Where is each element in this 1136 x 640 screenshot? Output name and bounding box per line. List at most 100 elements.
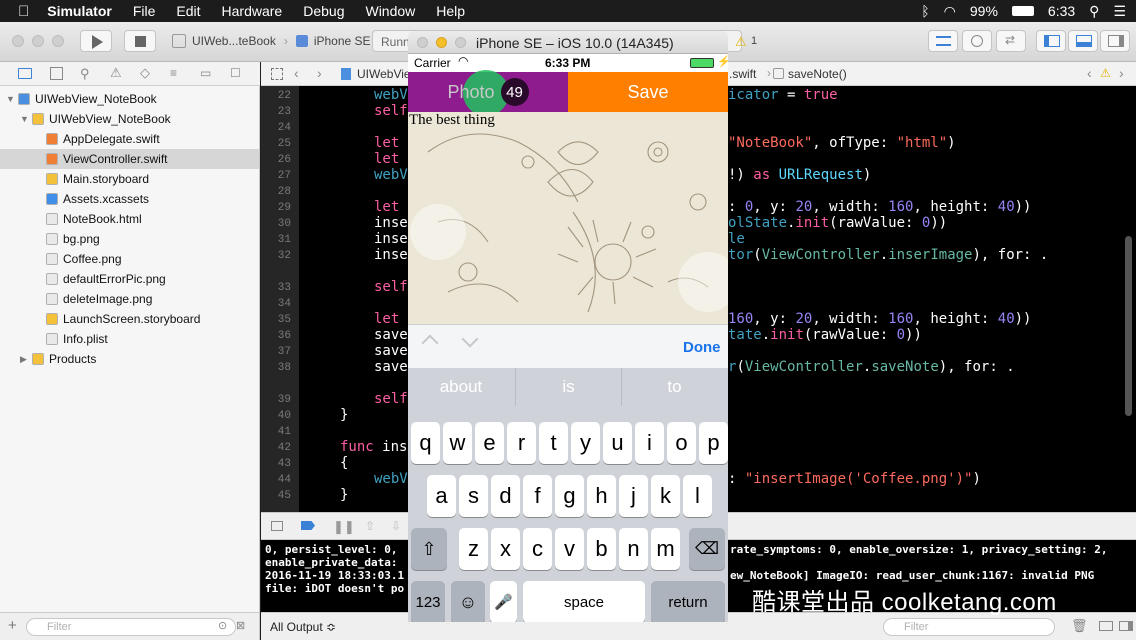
- issue-navigator-icon[interactable]: ⚠: [110, 65, 122, 81]
- key-l[interactable]: l: [683, 475, 712, 517]
- key-e[interactable]: e: [475, 422, 504, 464]
- menu-file[interactable]: File: [133, 3, 156, 19]
- console-view-icon[interactable]: [1119, 621, 1133, 631]
- clock[interactable]: 6:33: [1048, 3, 1075, 19]
- prediction-1[interactable]: about: [408, 368, 514, 406]
- backspace-key[interactable]: ⌫: [689, 528, 725, 570]
- folder-navigator-icon[interactable]: [18, 68, 32, 79]
- editor-scrollbar[interactable]: [1125, 236, 1132, 416]
- navigator-item[interactable]: Main.storyboard: [0, 169, 259, 189]
- navigator-item[interactable]: bg.png: [0, 229, 259, 249]
- key-z[interactable]: z: [459, 528, 488, 570]
- menu-help[interactable]: Help: [436, 3, 465, 19]
- space-key[interactable]: space: [523, 581, 645, 622]
- previous-field-icon[interactable]: [421, 334, 439, 352]
- standard-editor-button[interactable]: [928, 30, 958, 52]
- dictation-key[interactable]: 🎤: [490, 581, 517, 622]
- toggle-utilities-button[interactable]: [1100, 30, 1130, 52]
- stop-button[interactable]: [124, 30, 156, 52]
- key-v[interactable]: v: [555, 528, 584, 570]
- navigator-item[interactable]: ▼ UIWebView_NoteBook: [0, 89, 259, 109]
- navigator-item[interactable]: deleteImage.png: [0, 289, 259, 309]
- navigator-item[interactable]: LaunchScreen.storyboard: [0, 309, 259, 329]
- photo-button[interactable]: Photo 49: [408, 70, 568, 116]
- emoji-key[interactable]: ☺: [451, 581, 485, 622]
- disclosure-icon[interactable]: ▶: [20, 354, 32, 365]
- spotlight-icon[interactable]: ⚲: [1089, 3, 1099, 20]
- breakpoints-toggle-icon[interactable]: [301, 521, 315, 530]
- key-r[interactable]: r: [507, 422, 536, 464]
- output-selector[interactable]: All Output ≎: [270, 620, 336, 634]
- debug-navigator-icon[interactable]: ≡: [170, 66, 177, 80]
- battery-percent[interactable]: 99%: [970, 3, 998, 19]
- bluetooth-icon[interactable]: ᛒ: [921, 3, 929, 19]
- numbers-key[interactable]: 123: [411, 581, 445, 622]
- back-icon[interactable]: ‹: [294, 65, 299, 81]
- grid-icon[interactable]: [271, 68, 283, 80]
- pause-icon[interactable]: ❚❚: [333, 519, 355, 535]
- filter-options-icon[interactable]: ⊠: [236, 619, 245, 632]
- navigator-item[interactable]: Coffee.png: [0, 249, 259, 269]
- zoom-window-button[interactable]: [52, 35, 64, 47]
- shift-key[interactable]: ⇧: [411, 528, 447, 570]
- key-q[interactable]: q: [411, 422, 440, 464]
- navigator-item[interactable]: Info.plist: [0, 329, 259, 349]
- disclosure-icon[interactable]: ▼: [6, 94, 18, 104]
- breadcrumb-project[interactable]: UIWebVie: [357, 67, 411, 81]
- save-button[interactable]: Save: [568, 72, 728, 112]
- key-f[interactable]: f: [523, 475, 552, 517]
- note-text[interactable]: The best thing: [409, 112, 495, 129]
- key-p[interactable]: p: [699, 422, 728, 464]
- symbol-navigator-icon[interactable]: [50, 67, 63, 80]
- note-webview[interactable]: The best thing: [408, 112, 728, 324]
- disclosure-icon[interactable]: ▼: [20, 114, 32, 124]
- key-o[interactable]: o: [667, 422, 696, 464]
- menu-edit[interactable]: Edit: [176, 3, 200, 19]
- menu-app-name[interactable]: Simulator: [47, 3, 112, 19]
- split-view-icon[interactable]: [1099, 621, 1113, 631]
- previous-issue-icon[interactable]: ‹: [1087, 65, 1092, 81]
- next-field-icon[interactable]: [461, 330, 479, 348]
- prediction-3[interactable]: to: [621, 368, 727, 406]
- breadcrumb-method[interactable]: saveNote(): [788, 67, 847, 81]
- trash-icon[interactable]: 🗑: [1071, 618, 1088, 634]
- notification-center-icon[interactable]: ☰: [1113, 3, 1126, 20]
- key-i[interactable]: i: [635, 422, 664, 464]
- version-editor-button[interactable]: ⇄: [996, 30, 1026, 52]
- key-x[interactable]: x: [491, 528, 520, 570]
- key-y[interactable]: y: [571, 422, 600, 464]
- toggle-navigator-button[interactable]: [1036, 30, 1066, 52]
- done-button[interactable]: Done: [683, 339, 721, 356]
- issue-warning-icon[interactable]: ⚠: [1100, 66, 1111, 80]
- key-w[interactable]: w: [443, 422, 472, 464]
- find-navigator-icon[interactable]: ⚲: [80, 66, 90, 82]
- key-m[interactable]: m: [651, 528, 680, 570]
- menu-hardware[interactable]: Hardware: [222, 3, 283, 19]
- navigator-item[interactable]: Assets.xcassets: [0, 189, 259, 209]
- navigator-item[interactable]: ▼ UIWebView_NoteBook: [0, 109, 259, 129]
- step-into-icon[interactable]: ⇩: [391, 519, 401, 533]
- sim-zoom-button[interactable]: [455, 37, 466, 48]
- key-j[interactable]: j: [619, 475, 648, 517]
- recent-files-icon[interactable]: ⊙: [218, 619, 227, 632]
- key-t[interactable]: t: [539, 422, 568, 464]
- key-d[interactable]: d: [491, 475, 520, 517]
- toggle-debug-area-button[interactable]: [1068, 30, 1098, 52]
- breadcrumb-file[interactable]: .swift: [729, 67, 756, 81]
- apple-icon[interactable]: : [18, 3, 29, 20]
- sim-close-button[interactable]: [417, 37, 428, 48]
- navigator-item[interactable]: ▶ Products: [0, 349, 259, 369]
- key-b[interactable]: b: [587, 528, 616, 570]
- menu-window[interactable]: Window: [365, 3, 415, 19]
- key-s[interactable]: s: [459, 475, 488, 517]
- key-g[interactable]: g: [555, 475, 584, 517]
- run-button[interactable]: [80, 30, 112, 52]
- return-key[interactable]: return: [651, 581, 725, 622]
- simulator-title-bar[interactable]: iPhone SE – iOS 10.0 (14A345): [408, 31, 728, 54]
- sim-minimize-button[interactable]: [436, 37, 447, 48]
- report-navigator-icon[interactable]: ☐: [230, 66, 241, 80]
- key-u[interactable]: u: [603, 422, 632, 464]
- key-c[interactable]: c: [523, 528, 552, 570]
- navigator-item[interactable]: NoteBook.html: [0, 209, 259, 229]
- scheme-selector[interactable]: UIWeb...teBook › iPhone SE: [172, 30, 371, 52]
